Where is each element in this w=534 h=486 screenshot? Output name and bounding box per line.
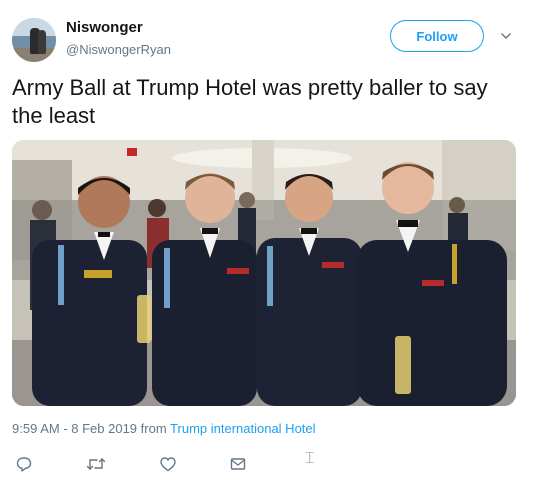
tweet-time[interactable]: 9:59 AM (12, 421, 60, 436)
tweet-photo[interactable] (12, 140, 516, 406)
retweet-icon (86, 458, 106, 470)
tweet-header: Niswonger @NiswongerRyan Follow (12, 14, 522, 66)
user-handle[interactable]: @NiswongerRyan (66, 41, 171, 59)
text-cursor-icon: ⌶ (305, 450, 315, 467)
chevron-down-icon[interactable] (500, 30, 512, 42)
share-button[interactable] (226, 452, 250, 476)
follow-button[interactable]: Follow (390, 20, 484, 52)
retweet-button[interactable] (84, 452, 108, 476)
avatar[interactable] (12, 18, 56, 62)
like-icon (160, 457, 176, 472)
photo-image (12, 140, 516, 406)
tweet-actions (12, 452, 312, 476)
like-button[interactable] (156, 452, 180, 476)
reply-button[interactable] (12, 452, 36, 476)
user-names[interactable]: Niswonger @NiswongerRyan (66, 18, 171, 59)
share-icon (230, 458, 246, 470)
meta-separator: - (59, 421, 72, 436)
location-link[interactable]: Trump international Hotel (170, 421, 315, 436)
tweet-text: Army Ball at Trump Hotel was pretty ball… (12, 75, 488, 128)
tweet-meta: 9:59 AM - 8 Feb 2019 from Trump internat… (12, 421, 316, 436)
display-name[interactable]: Niswonger (66, 18, 171, 38)
reply-icon (16, 457, 32, 472)
from-label: from (137, 421, 171, 436)
tweet-date[interactable]: 8 Feb 2019 (71, 421, 137, 436)
